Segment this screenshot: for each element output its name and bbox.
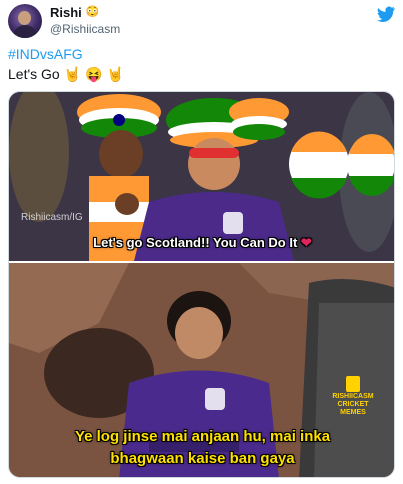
bottom-caption: Ye log jinse mai anjaan hu, mai inka bha…: [9, 426, 394, 470]
tweet-text: #INDvsAFG Let's Go 🤘 😝 🤘: [8, 44, 395, 84]
tweet-body-line: Let's Go 🤘 😝 🤘: [8, 64, 395, 84]
avatar-body: [13, 25, 37, 38]
hashtag-link[interactable]: #INDvsAFG: [8, 44, 395, 64]
logo-mark-icon: [346, 375, 360, 392]
display-name[interactable]: Rishi: [50, 5, 82, 20]
meme-bottom-panel: RISHIICASM CRICKET MEMES Ye log jinse ma…: [9, 263, 394, 477]
top-caption: Let's go Scotland!! You Can Do It ❤: [9, 235, 394, 251]
user-handle[interactable]: @Rishiicasm: [50, 22, 120, 36]
bottom-caption-line2: bhagwaan kaise ban gaya: [110, 450, 295, 467]
rock-hand-emoji-2: 🤘: [106, 66, 125, 82]
top-caption-text: Let's go Scotland!! You Can Do It: [93, 235, 298, 250]
tweet-header: Rishi 😳 @Rishiicasm: [8, 4, 395, 38]
bottom-caption-line1: Ye log jinse mai anjaan hu, mai inka: [74, 428, 331, 445]
top-watermark: Rishiicasm/IG: [21, 212, 83, 223]
name-emoji: 😳: [85, 6, 100, 18]
rock-hand-emoji: 🤘: [63, 66, 82, 82]
meme-top-panel: Rishiicasm/IG Let's go Scotland!! You Ca…: [9, 92, 394, 261]
avatar-face: [18, 11, 31, 25]
heart-emoji: ❤: [300, 235, 312, 250]
logo-text-line2: CRICKET MEMES: [337, 401, 369, 416]
name-row: Rishi 😳: [50, 5, 100, 20]
tongue-emoji: 😝: [85, 66, 103, 82]
twitter-bird-icon[interactable]: [377, 6, 395, 22]
avatar[interactable]: [8, 4, 42, 38]
tweet-body-text: Let's Go: [8, 66, 60, 82]
rishiicasm-logo: RISHIICASM CRICKET MEMES: [324, 375, 382, 417]
logo-text-line1: RISHIICASM: [332, 393, 374, 400]
tweet-media[interactable]: Rishiicasm/IG Let's go Scotland!! You Ca…: [8, 91, 395, 478]
